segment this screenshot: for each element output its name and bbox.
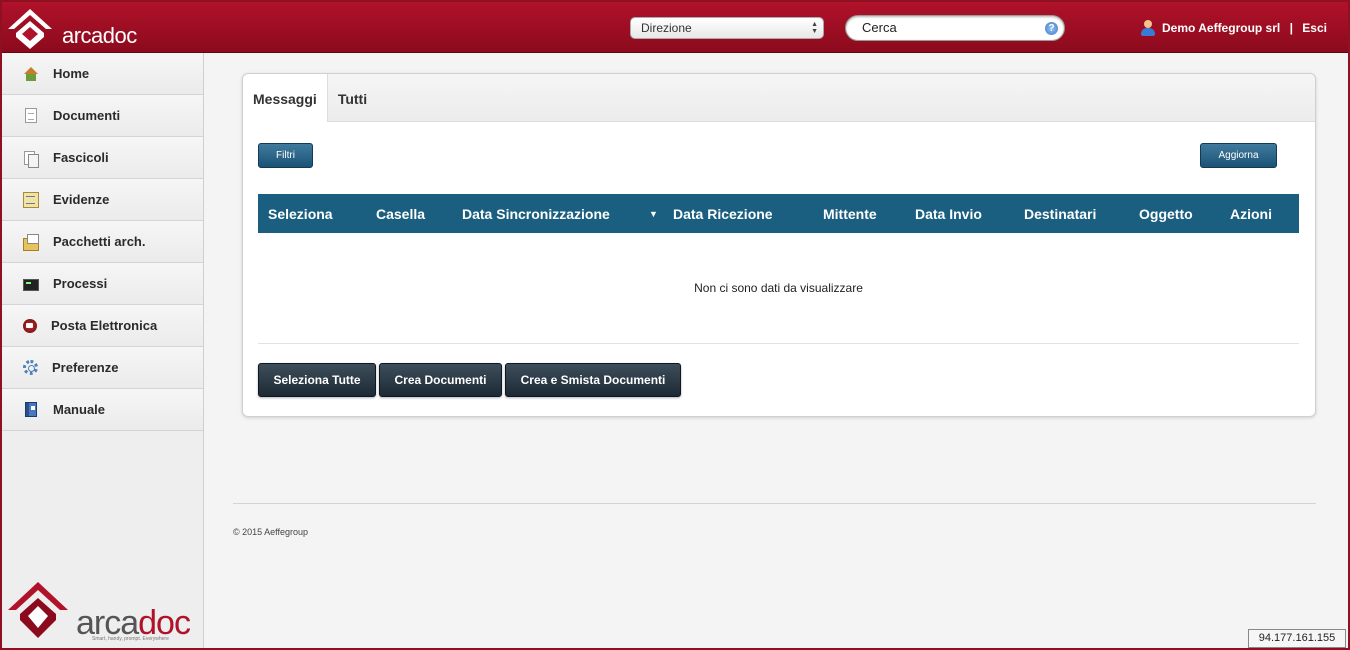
- gear-icon: [23, 360, 38, 375]
- select-all-button[interactable]: Seleziona Tutte: [258, 363, 376, 397]
- column-destinatari[interactable]: Destinatari: [1024, 206, 1096, 222]
- sidebar-item-label: Pacchetti arch.: [53, 234, 146, 249]
- panel-tabs: Messaggi Tutti: [243, 74, 1315, 122]
- column-seleziona[interactable]: Seleziona: [268, 206, 333, 222]
- sidebar-item-label: Documenti: [53, 108, 121, 123]
- sidebar-logo: arcadoc Smart, handy, prompt. Everywhere: [6, 580, 191, 644]
- sidebar-item-label: Posta Elettronica: [51, 318, 158, 333]
- sidebar-item-fascicoli[interactable]: Fascicoli: [2, 137, 203, 179]
- sidebar-item-documenti[interactable]: Documenti: [2, 95, 203, 137]
- column-data-sincronizzazione[interactable]: Data Sincronizzazione: [462, 206, 610, 222]
- logout-link[interactable]: Esci: [1302, 21, 1327, 35]
- search-box[interactable]: ?: [845, 15, 1065, 41]
- sidebar-item-label: Fascicoli: [53, 150, 109, 165]
- sidebar-item-posta[interactable]: Posta Elettronica: [2, 305, 203, 347]
- sidebar-item-label: Home: [53, 66, 90, 81]
- organization-select[interactable]: Direzione ▲ ▼: [630, 17, 824, 39]
- messages-panel: Messaggi Tutti Filtri Aggiorna Seleziona…: [242, 73, 1316, 417]
- tab-messaggi[interactable]: Messaggi: [243, 74, 328, 122]
- book-icon: [25, 402, 37, 417]
- column-data-ricezione[interactable]: Data Ricezione: [673, 206, 773, 222]
- logo-roof-icon: [8, 9, 52, 49]
- folders-icon: [23, 150, 39, 168]
- document-icon: [25, 108, 37, 123]
- home-icon: [23, 66, 39, 82]
- sidebar-logo-roof-icon: [8, 582, 68, 638]
- sidebar-item-label: Manuale: [53, 402, 106, 417]
- copyright-text: © 2015 Aeffegroup: [233, 527, 309, 537]
- ip-address-badge: 94.177.161.155: [1248, 629, 1346, 648]
- refresh-button[interactable]: Aggiorna: [1200, 143, 1277, 168]
- footer-divider: [233, 503, 1316, 504]
- user-separator: |: [1286, 21, 1297, 35]
- sidebar-item-manuale[interactable]: Manuale: [2, 389, 203, 431]
- column-data-invio[interactable]: Data Invio: [915, 206, 982, 222]
- sidebar-item-label: Evidenze: [53, 192, 110, 207]
- user-icon: [1140, 20, 1156, 36]
- sidebar-item-home[interactable]: Home: [2, 53, 203, 95]
- arcadoc-logo[interactable]: arcadoc: [8, 7, 148, 51]
- filters-button[interactable]: Filtri: [258, 143, 313, 168]
- mail-seal-icon: [23, 318, 37, 333]
- help-icon[interactable]: ?: [1045, 22, 1058, 35]
- column-casella[interactable]: Casella: [376, 206, 425, 222]
- tab-tutti[interactable]: Tutti: [328, 74, 377, 122]
- sidebar-item-pacchetti[interactable]: Pacchetti arch.: [2, 221, 203, 263]
- sidebar-logo-tagline: Smart, handy, prompt. Everywhere: [92, 636, 169, 642]
- column-mittente[interactable]: Mittente: [823, 206, 877, 222]
- sidebar-item-label: Processi: [53, 276, 108, 291]
- sidebar: Home Documenti Fascicoli Evidenze Pacche…: [2, 53, 204, 648]
- column-oggetto[interactable]: Oggetto: [1139, 206, 1193, 222]
- create-documents-button[interactable]: Crea Documenti: [379, 363, 502, 397]
- messages-table: Seleziona Casella Data Sincronizzazione …: [258, 194, 1299, 344]
- sidebar-item-preferenze[interactable]: Preferenze: [2, 347, 203, 389]
- app-frame: arcadoc Direzione ▲▼ ? Demo Aeffegroup s…: [2, 2, 1348, 648]
- select-arrows-icon: ▲ ▼: [811, 21, 818, 35]
- table-header: Seleziona Casella Data Sincronizzazione …: [258, 194, 1299, 233]
- sidebar-item-evidenze[interactable]: Evidenze: [2, 179, 203, 221]
- sidebar-item-processi[interactable]: Processi: [2, 263, 203, 305]
- user-name: Demo Aeffegroup srl: [1162, 21, 1281, 35]
- notes-icon: [23, 191, 39, 208]
- empty-message: Non ci sono dati da visualizzare: [258, 233, 1299, 344]
- create-and-dispatch-button[interactable]: Crea e Smista Documenti: [505, 363, 681, 397]
- column-azioni: Azioni: [1230, 206, 1272, 222]
- console-icon: [23, 278, 39, 291]
- sort-desc-icon[interactable]: ▼: [649, 209, 658, 219]
- sidebar-item-label: Preferenze: [52, 360, 119, 375]
- organization-select-value: Direzione: [641, 21, 692, 35]
- logo-text: arcadoc: [62, 23, 137, 48]
- search-input[interactable]: [862, 20, 1032, 35]
- package-icon: [23, 233, 39, 251]
- user-area: Demo Aeffegroup srl | Esci: [1140, 20, 1327, 36]
- top-header: arcadoc Direzione ▲▼ ? Demo Aeffegroup s…: [2, 2, 1348, 53]
